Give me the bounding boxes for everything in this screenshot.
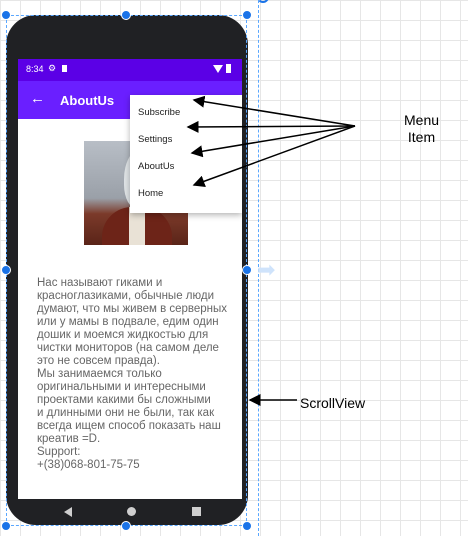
- arrow-to-aboutus: [190, 125, 356, 158]
- annotation-arrows: [186, 95, 356, 406]
- menu-item-annotation: Menu Item: [404, 112, 440, 145]
- arrow-to-subscribe: [192, 95, 356, 127]
- scrollview-annotation: ScrollView: [300, 395, 366, 411]
- arrow-to-settings: [186, 120, 356, 133]
- arrow-to-home: [192, 125, 356, 188]
